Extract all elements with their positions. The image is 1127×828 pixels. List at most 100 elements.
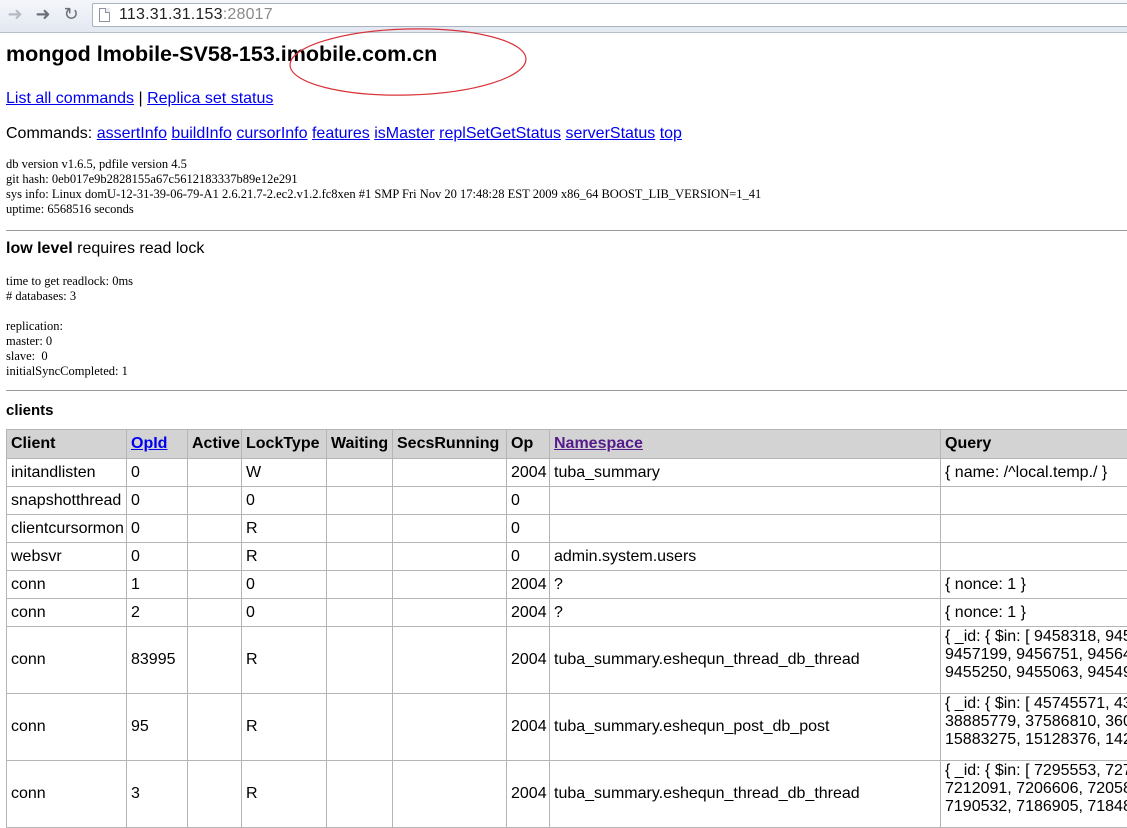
replica-set-status-link[interactable]: Replica set status <box>147 90 273 107</box>
cell-client: initandlisten <box>7 459 127 487</box>
cell-query <box>941 515 1127 543</box>
cell-client: clientcursormon <box>7 515 127 543</box>
url-port: :28017 <box>223 6 273 23</box>
cell-secsrunning <box>393 627 507 694</box>
cell-active <box>188 543 242 571</box>
cell-query <box>941 543 1127 571</box>
clients-heading: clients <box>6 402 54 419</box>
url-text[interactable]: 113.31.31.153:28017 <box>119 6 273 24</box>
cell-waiting <box>327 761 393 828</box>
cell-opid: 0 <box>127 515 188 543</box>
cell-active <box>188 627 242 694</box>
col-header-locktype: LockType <box>242 430 327 459</box>
command-link-buildinfo[interactable]: buildInfo <box>171 125 232 142</box>
lock-info: time to get readlock: 0ms # databases: 3… <box>6 274 133 379</box>
cell-secsrunning <box>393 599 507 627</box>
cell-op: 2004 <box>507 627 550 694</box>
cell-opid: 1 <box>127 571 188 599</box>
cell-active <box>188 459 242 487</box>
cell-namespace: admin.system.users <box>550 543 941 571</box>
cell-op: 0 <box>507 487 550 515</box>
cell-namespace: tuba_summary.eshequn_thread_db_thread <box>550 627 941 694</box>
col-header-client: Client <box>7 430 127 459</box>
cell-opid: 0 <box>127 459 188 487</box>
cell-query: { _id: { $in: [ 9458318, 945 9457199, 94… <box>941 627 1127 694</box>
back-arrow-icon[interactable]: ➜ <box>4 3 26 25</box>
cell-opid: 0 <box>127 487 188 515</box>
command-link-cursorinfo[interactable]: cursorInfo <box>236 125 307 142</box>
command-link-serverstatus[interactable]: serverStatus <box>565 125 655 142</box>
cell-opid: 95 <box>127 694 188 761</box>
cell-active <box>188 571 242 599</box>
page-title: mongod lmobile-SV58-153.imobile.com.cn <box>6 42 437 67</box>
table-row: conn 1 0 2004 ? { nonce: 1 } <box>7 571 1127 599</box>
cell-waiting <box>327 571 393 599</box>
cell-waiting <box>327 543 393 571</box>
cell-secsrunning <box>393 543 507 571</box>
cell-opid: 0 <box>127 543 188 571</box>
cell-waiting <box>327 599 393 627</box>
cell-op: 2004 <box>507 761 550 828</box>
cell-waiting <box>327 515 393 543</box>
col-header-opid: OpId <box>127 430 188 459</box>
cell-waiting <box>327 459 393 487</box>
cell-op: 0 <box>507 515 550 543</box>
cell-namespace: ? <box>550 571 941 599</box>
cell-query: { name: /^local.temp./ } <box>941 459 1127 487</box>
divider <box>6 390 1127 391</box>
cell-op: 2004 <box>507 694 550 761</box>
cell-secsrunning <box>393 571 507 599</box>
table-row: initandlisten 0 W 2004 tuba_summary { na… <box>7 459 1127 487</box>
command-link-assertinfo[interactable]: assertInfo <box>97 125 167 142</box>
cell-waiting <box>327 487 393 515</box>
cell-client: conn <box>7 571 127 599</box>
command-link-features[interactable]: features <box>312 125 370 142</box>
low-level-heading: low level requires read lock <box>6 240 204 258</box>
cell-waiting <box>327 627 393 694</box>
col-header-namespace: Namespace <box>550 430 941 459</box>
cell-waiting <box>327 694 393 761</box>
table-row: conn 83995 R 2004 tuba_summary.eshequn_t… <box>7 627 1127 694</box>
table-row: conn 95 R 2004 tuba_summary.eshequn_post… <box>7 694 1127 761</box>
sort-namespace-link[interactable]: Namespace <box>554 435 643 452</box>
command-link-ismaster[interactable]: isMaster <box>374 125 434 142</box>
clients-table: Client OpId Active LockType Waiting Secs… <box>6 429 1127 828</box>
cell-client: conn <box>7 761 127 828</box>
cell-secsrunning <box>393 515 507 543</box>
low-level-bold: low level <box>6 240 73 257</box>
cell-namespace: tuba_summary <box>550 459 941 487</box>
cell-client: conn <box>7 599 127 627</box>
divider <box>6 230 1127 231</box>
cell-query: { nonce: 1 } <box>941 599 1127 627</box>
list-all-commands-link[interactable]: List all commands <box>6 90 134 107</box>
cell-locktype: W <box>242 459 327 487</box>
col-header-waiting: Waiting <box>327 430 393 459</box>
cell-client: conn <box>7 694 127 761</box>
cell-namespace: tuba_summary.eshequn_post_db_post <box>550 694 941 761</box>
cell-opid: 3 <box>127 761 188 828</box>
cell-locktype: 0 <box>242 599 327 627</box>
reload-icon[interactable]: ↻ <box>60 3 82 25</box>
page-icon <box>99 8 110 22</box>
browser-toolbar: ➜ ➜ ↻ 113.31.31.153:28017 <box>0 0 1127 33</box>
cell-query: { _id: { $in: [ 45745571, 43 38885779, 3… <box>941 694 1127 761</box>
table-row: conn 3 R 2004 tuba_summary.eshequn_threa… <box>7 761 1127 828</box>
cell-query: { _id: { $in: [ 7295553, 727 7212091, 72… <box>941 761 1127 828</box>
cell-opid: 83995 <box>127 627 188 694</box>
cell-opid: 2 <box>127 599 188 627</box>
system-info: db version v1.6.5, pdfile version 4.5 gi… <box>6 157 761 217</box>
table-row: clientcursormon 0 R 0 <box>7 515 1127 543</box>
sort-opid-link[interactable]: OpId <box>131 435 167 452</box>
cell-locktype: R <box>242 627 327 694</box>
address-bar[interactable]: 113.31.31.153:28017 <box>92 3 1127 27</box>
cell-client: websvr <box>7 543 127 571</box>
top-links: List all commands | Replica set status <box>6 90 273 108</box>
command-link-replsetgetstatus[interactable]: replSetGetStatus <box>439 125 561 142</box>
cell-secsrunning <box>393 694 507 761</box>
cell-locktype: R <box>242 515 327 543</box>
forward-arrow-icon[interactable]: ➜ <box>32 3 54 25</box>
table-row: conn 2 0 2004 ? { nonce: 1 } <box>7 599 1127 627</box>
cell-locktype: 0 <box>242 487 327 515</box>
command-link-top[interactable]: top <box>660 125 682 142</box>
cell-op: 2004 <box>507 599 550 627</box>
